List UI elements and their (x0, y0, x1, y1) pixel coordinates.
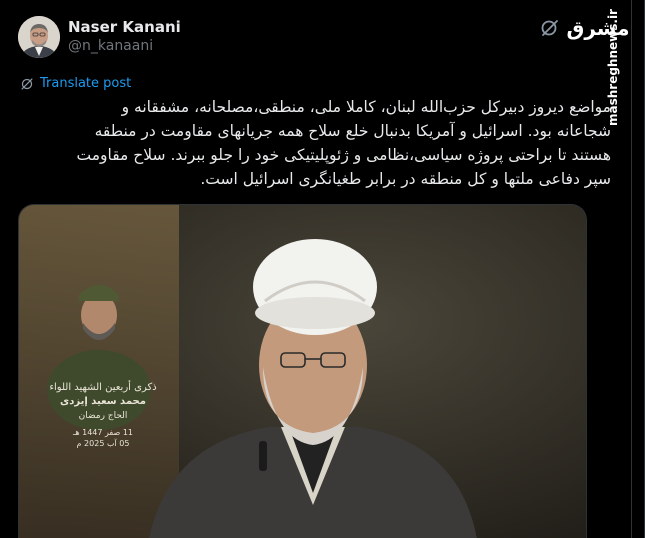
poster-line: الحاج رمضان (78, 411, 128, 421)
translate-post[interactable]: Translate post (20, 76, 131, 91)
poster-date: 11 صفر 1447 هـ (73, 428, 133, 437)
handle[interactable]: @n_kanaani (68, 38, 153, 54)
avatar[interactable] (18, 16, 60, 58)
display-name[interactable]: Naser Kanani (68, 18, 181, 36)
post-media[interactable]: ذکری أربعین الشهید اللواء محمد سعید إیزد… (18, 204, 587, 538)
poster-dates: 11 صفر 1447 هـ 05 آب 2025 م (53, 427, 153, 449)
translate-post-label[interactable]: Translate post (40, 76, 131, 91)
post-text-line: هستند تا براحتی پروژه سیاسی،نظامی و ژئوپ… (76, 146, 611, 164)
poster-date: 05 آب 2025 م (76, 439, 130, 448)
translate-icon (21, 77, 33, 90)
post-text-line: شجاعانه بود. اسرائیل و آمریکا بدنبال خلع… (94, 122, 611, 140)
poster-title: ذکری أربعین الشهید اللواء محمد سعید إیزد… (33, 381, 173, 423)
poster-line: محمد سعید إیزدی (60, 396, 146, 407)
media-image (19, 205, 586, 538)
poster-line: ذکری أربعین الشهید اللواء (49, 382, 157, 393)
post-text-line: سپر دفاعی ملتها و کل منطقه در برابر طغیا… (200, 170, 611, 188)
post: Naser Kanani @n_kanaani مشرق mashreghnew… (0, 0, 645, 538)
column-divider (631, 0, 632, 538)
grok-icon[interactable] (540, 18, 560, 38)
post-text-line: مواضع دیروز دبیرکل حزب‌الله لبنان، کاملا… (121, 98, 611, 116)
post-text: مواضع دیروز دبیرکل حزب‌الله لبنان، کاملا… (18, 95, 611, 191)
avatar-image (18, 16, 60, 58)
